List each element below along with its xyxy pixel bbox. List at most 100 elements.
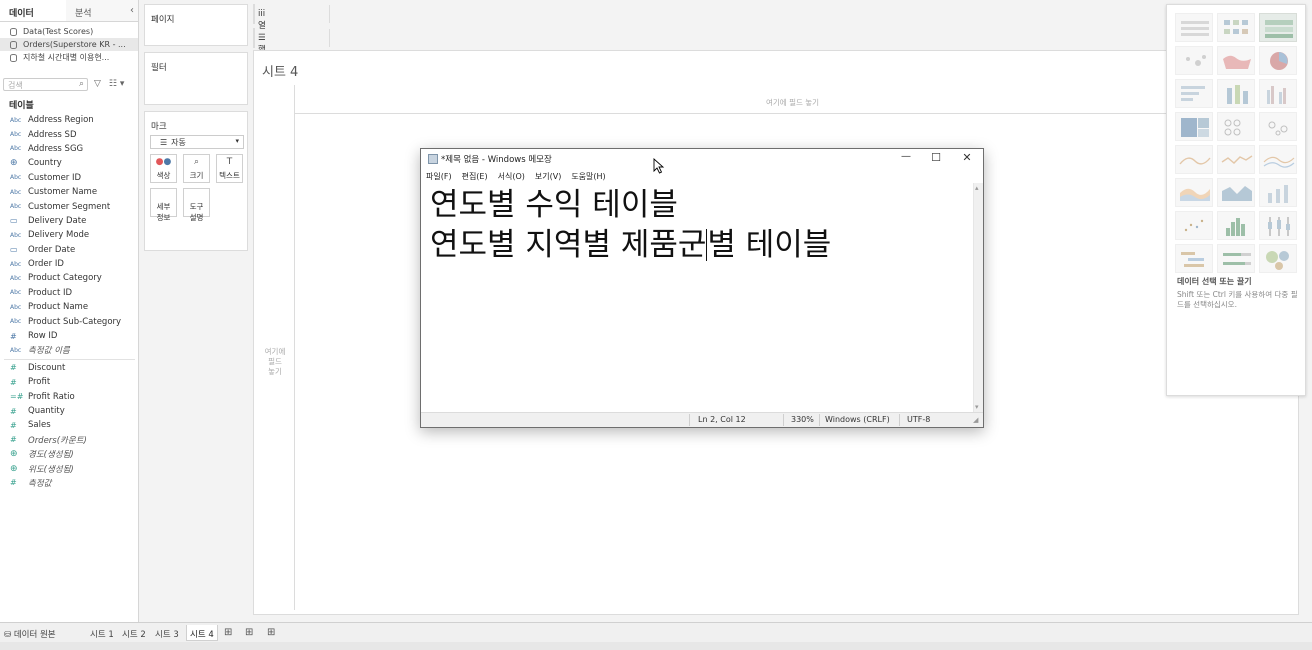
measure-field[interactable]: ⊕ 경도(생성됨) — [0, 447, 139, 461]
mark-type-dropdown[interactable]: ☰ 자동 ▾ — [150, 135, 244, 149]
size-button[interactable]: ⌕ 크기 — [183, 154, 210, 183]
measure-field[interactable]: # Discount — [0, 361, 139, 375]
menu-edit[interactable]: 편집(E) — [462, 169, 488, 183]
chart-type-line-discrete-icon[interactable] — [1217, 145, 1255, 174]
notepad-menubar: 파일(F) 편집(E) 서식(O) 보기(V) 도움말(H) — [421, 169, 983, 183]
chart-type-area-discrete-icon[interactable] — [1217, 178, 1255, 207]
new-dashboard-icon[interactable]: ⊞ — [245, 627, 253, 638]
chart-type-bullet-graph-icon[interactable] — [1217, 244, 1255, 273]
chart-type-scatter-plot-icon[interactable] — [1175, 211, 1213, 240]
sheet-title[interactable]: 시트 4 — [262, 61, 298, 80]
chart-type-dual-lines-icon[interactable] — [1259, 145, 1297, 174]
dimension-field[interactable]: Abc Customer ID — [0, 171, 139, 185]
field-label: 측정값 이름 — [28, 346, 70, 357]
minimize-icon[interactable]: — — [891, 151, 921, 167]
field-search-input[interactable]: 검색 ⌕ — [3, 77, 88, 91]
field-label: Product ID — [28, 287, 73, 298]
menu-help[interactable]: 도움말(H) — [571, 169, 605, 183]
dimension-field[interactable]: ▭ Delivery Date — [0, 214, 139, 228]
row-drop-hint[interactable]: 여기에 필드 놓기 — [260, 347, 290, 377]
measure-field[interactable]: # Sales — [0, 418, 139, 432]
tab-sheet-4[interactable]: 시트 4 — [186, 625, 218, 641]
datasource-item[interactable]: Data(Test Scores) — [0, 25, 138, 38]
color-button[interactable]: ●● 색상 — [150, 154, 177, 183]
notepad-window[interactable]: *제목 없음 - Windows 메모장 — ☐ ✕ 파일(F) 편집(E) 서… — [420, 148, 984, 428]
dimension-field[interactable]: Abc Address SGG — [0, 142, 139, 156]
chart-type-horizontal-bars-icon[interactable] — [1175, 79, 1213, 108]
tab-sheet-3[interactable]: 시트 3 — [155, 625, 179, 641]
chart-type-gantt-chart-icon[interactable] — [1175, 244, 1213, 273]
measure-field[interactable]: =# Profit Ratio — [0, 389, 139, 403]
chart-type-highlight-table-icon[interactable] — [1259, 13, 1297, 42]
detail-button[interactable]: 세부 정보 — [150, 188, 177, 222]
chart-type-text-table-icon[interactable] — [1175, 13, 1213, 42]
chart-type-side-by-side-bars-icon[interactable] — [1259, 79, 1297, 108]
measure-field[interactable]: # Quantity — [0, 404, 139, 418]
chart-type-symbol-map-icon[interactable] — [1175, 46, 1213, 75]
column-drop-zone[interactable]: 여기에 필드 놓기 — [294, 85, 1299, 114]
filters-shelf[interactable]: 필터 — [144, 52, 248, 105]
pages-shelf[interactable]: 페이지 — [144, 4, 248, 46]
chart-type-area-continuous-icon[interactable] — [1175, 178, 1213, 207]
tab-datasource[interactable]: ⛁ 데이터 원본 — [4, 625, 56, 641]
rows-shelf[interactable]: ☰ 행 — [253, 28, 330, 55]
chart-type-box-whisker-icon[interactable] — [1259, 211, 1297, 240]
chart-type-line-continuous-icon[interactable] — [1175, 145, 1213, 174]
chart-type-dual-combination-icon[interactable] — [1259, 178, 1297, 207]
dimension-field[interactable]: Abc Address SD — [0, 127, 139, 141]
collapse-pane-icon[interactable]: ‹ — [130, 5, 134, 16]
show-me-title: 데이터 선택 또는 끌기 — [1177, 277, 1252, 286]
chart-type-histogram-icon[interactable] — [1217, 211, 1255, 240]
menu-file[interactable]: 파일(F) — [426, 169, 452, 183]
dimension-field[interactable]: Abc Product Sub-Category — [0, 314, 139, 328]
text-button[interactable]: T 텍스트 — [216, 154, 243, 183]
view-options-icon[interactable]: ☷ ▾ — [109, 79, 124, 89]
chart-type-filled-map-icon[interactable] — [1217, 46, 1255, 75]
chart-type-heat-map-icon[interactable] — [1217, 13, 1255, 42]
dimension-field[interactable]: Abc Product Name — [0, 300, 139, 314]
scroll-down-icon[interactable]: ▾ — [975, 403, 979, 411]
chart-type-circle-view-icon[interactable] — [1217, 112, 1255, 141]
dimension-field[interactable]: Abc 측정값 이름 — [0, 343, 139, 357]
chart-type-pie-chart-icon[interactable] — [1259, 46, 1297, 75]
notepad-titlebar[interactable]: *제목 없음 - Windows 메모장 — ☐ ✕ — [421, 149, 983, 169]
resize-grip-icon[interactable]: ◢ — [973, 416, 978, 424]
measure-field[interactable]: ⊕ 위도(생성됨) — [0, 461, 139, 475]
field-label: Delivery Date — [28, 215, 87, 226]
dimension-field[interactable]: Abc Address Region — [0, 113, 139, 127]
chart-type-packed-bubbles-icon[interactable] — [1259, 244, 1297, 273]
dimension-field[interactable]: Abc Product Category — [0, 271, 139, 285]
dimension-field[interactable]: Abc Customer Segment — [0, 199, 139, 213]
measure-field[interactable]: # 측정값 — [0, 476, 139, 490]
datasource-item[interactable]: 지하철 시간대별 이용현... — [0, 51, 138, 64]
scroll-up-icon[interactable]: ▴ — [975, 184, 979, 192]
tab-analytics[interactable]: 분석 — [66, 0, 132, 21]
tab-sheet-2[interactable]: 시트 2 — [122, 625, 146, 641]
dimension-field[interactable]: ⊕ Country — [0, 156, 139, 170]
chart-type-side-by-side-circles-icon[interactable] — [1259, 112, 1297, 141]
dimension-field[interactable]: Abc Product ID — [0, 286, 139, 300]
new-worksheet-icon[interactable]: ⊞ — [224, 627, 232, 638]
menu-view[interactable]: 보기(V) — [535, 169, 561, 183]
chart-type-treemap-icon[interactable] — [1175, 112, 1213, 141]
measure-field[interactable]: # Profit — [0, 375, 139, 389]
chart-type-stacked-bars-icon[interactable] — [1217, 79, 1255, 108]
vertical-scrollbar[interactable]: ▴ ▾ — [973, 183, 983, 412]
measure-field[interactable]: # Orders(카운트) — [0, 433, 139, 447]
tab-data[interactable]: 데이터 — [0, 0, 66, 21]
columns-shelf[interactable]: iii 열 — [253, 4, 330, 31]
dimension-field[interactable]: ▭ Order Date — [0, 243, 139, 257]
menu-format[interactable]: 서식(O) — [498, 169, 525, 183]
tooltip-button[interactable]: 도구 설명 — [183, 188, 210, 222]
dimension-field[interactable]: Abc Customer Name — [0, 185, 139, 199]
close-icon[interactable]: ✕ — [952, 151, 982, 167]
notepad-text-area[interactable]: 연도별 수익 테이블 연도별 지역별 제품군별 테이블 — [421, 183, 973, 412]
filter-icon[interactable]: ▽ — [94, 79, 101, 89]
dimension-field[interactable]: Abc Delivery Mode — [0, 228, 139, 242]
dimension-field[interactable]: # Row ID — [0, 329, 139, 343]
tab-sheet-1[interactable]: 시트 1 — [90, 625, 114, 641]
dimension-field[interactable]: Abc Order ID — [0, 257, 139, 271]
new-story-icon[interactable]: ⊞ — [267, 627, 275, 638]
maximize-icon[interactable]: ☐ — [921, 151, 951, 167]
datasource-item[interactable]: Orders(Superstore KR - ... — [0, 38, 138, 51]
